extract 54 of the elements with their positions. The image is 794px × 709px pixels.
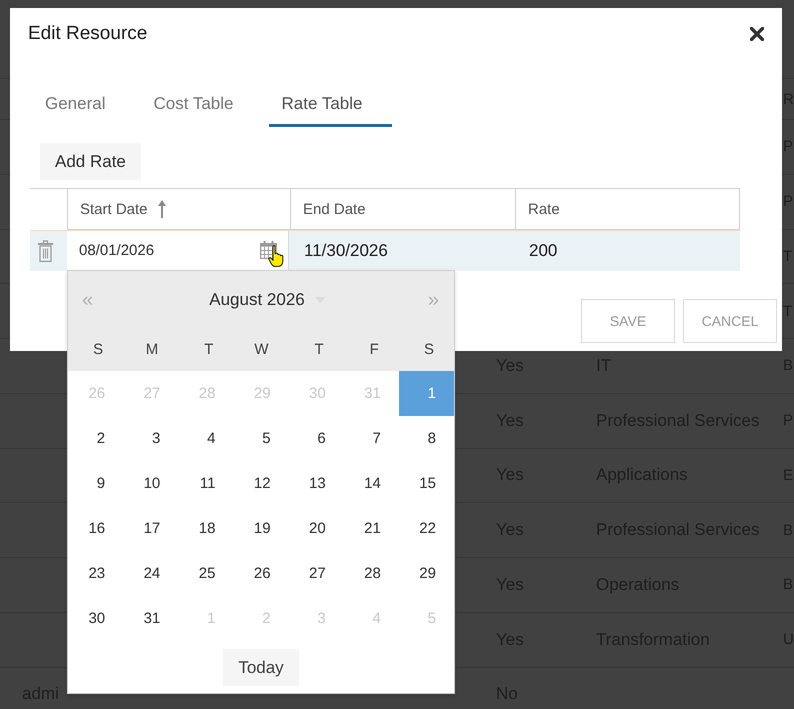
table-cell-text: 200 xyxy=(528,240,558,262)
calendar-day[interactable]: 3 xyxy=(123,416,178,461)
calendar-day[interactable]: 9 xyxy=(68,461,124,506)
calendar-day[interactable]: 21 xyxy=(344,506,399,551)
table-row[interactable]: 08/01/2026 11/30/2026 200 xyxy=(30,230,740,271)
calendar-day[interactable]: 8 xyxy=(398,416,454,461)
weekday-label: T xyxy=(314,341,325,358)
calendar-day[interactable]: 6 xyxy=(288,416,344,461)
calendar-day[interactable]: 26 xyxy=(233,551,289,596)
calendar-day[interactable]: 30 xyxy=(68,596,124,641)
column-header[interactable]: Rate xyxy=(515,189,740,230)
dialog-title: Edit Resource xyxy=(28,23,148,45)
calendar-day[interactable]: 29 xyxy=(398,551,454,596)
tab[interactable]: Cost Table xyxy=(140,84,264,127)
calendar-day[interactable]: 14 xyxy=(344,461,399,506)
hand-cursor-icon xyxy=(268,245,284,267)
calendar-day[interactable]: 22 xyxy=(398,506,454,551)
month-title[interactable]: August 2026 xyxy=(209,290,305,310)
calendar-day[interactable]: 13 xyxy=(288,461,344,506)
calendar-day[interactable]: 15 xyxy=(398,461,454,506)
calendar-day[interactable]: 12 xyxy=(233,461,289,506)
date-input[interactable]: 08/01/2026 xyxy=(67,231,289,271)
column-header[interactable]: End Date xyxy=(290,189,515,230)
weekday-label: M xyxy=(146,341,160,358)
calendar-day[interactable]: 19 xyxy=(233,506,289,551)
calendar-day[interactable]: 7 xyxy=(344,416,399,461)
calendar-day[interactable]: 16 xyxy=(68,506,124,551)
calendar-day[interactable]: 4 xyxy=(178,416,234,461)
calendar-day[interactable]: 23 xyxy=(68,551,124,596)
tab[interactable]: General xyxy=(32,84,136,127)
table-cell-text: 11/30/2026 xyxy=(303,240,389,262)
calendar-day[interactable]: 28 xyxy=(344,551,399,596)
calendar-day[interactable]: 18 xyxy=(178,506,234,551)
calendar-day[interactable]: 20 xyxy=(288,506,344,551)
weekday-label: S xyxy=(424,341,435,358)
close-icon[interactable] xyxy=(750,27,764,41)
calendar-day[interactable]: 27 xyxy=(288,551,344,596)
calendar-day[interactable]: 17 xyxy=(123,506,178,551)
weekday-label: F xyxy=(370,341,380,358)
weekday-label: S xyxy=(93,341,104,358)
today-button[interactable]: Today xyxy=(223,649,299,686)
calendar-day[interactable]: 10 xyxy=(123,461,178,506)
calendar-icon[interactable] xyxy=(260,241,277,259)
column-header[interactable]: Start Date xyxy=(67,189,290,230)
calendar-day[interactable]: 25 xyxy=(178,551,234,596)
calendar-day[interactable]: 31 xyxy=(123,596,178,641)
calendar-day[interactable]: 24 xyxy=(123,551,178,596)
weekday-label: W xyxy=(254,341,270,358)
calendar-day[interactable]: 5 xyxy=(233,416,289,461)
weekday-label: T xyxy=(204,341,214,358)
tab[interactable]: Rate Table xyxy=(268,84,392,127)
calendar-day[interactable]: 2 xyxy=(68,416,124,461)
calendar-day[interactable]: 11 xyxy=(178,461,234,506)
add-rate-button[interactable]: Add Rate xyxy=(40,143,141,180)
